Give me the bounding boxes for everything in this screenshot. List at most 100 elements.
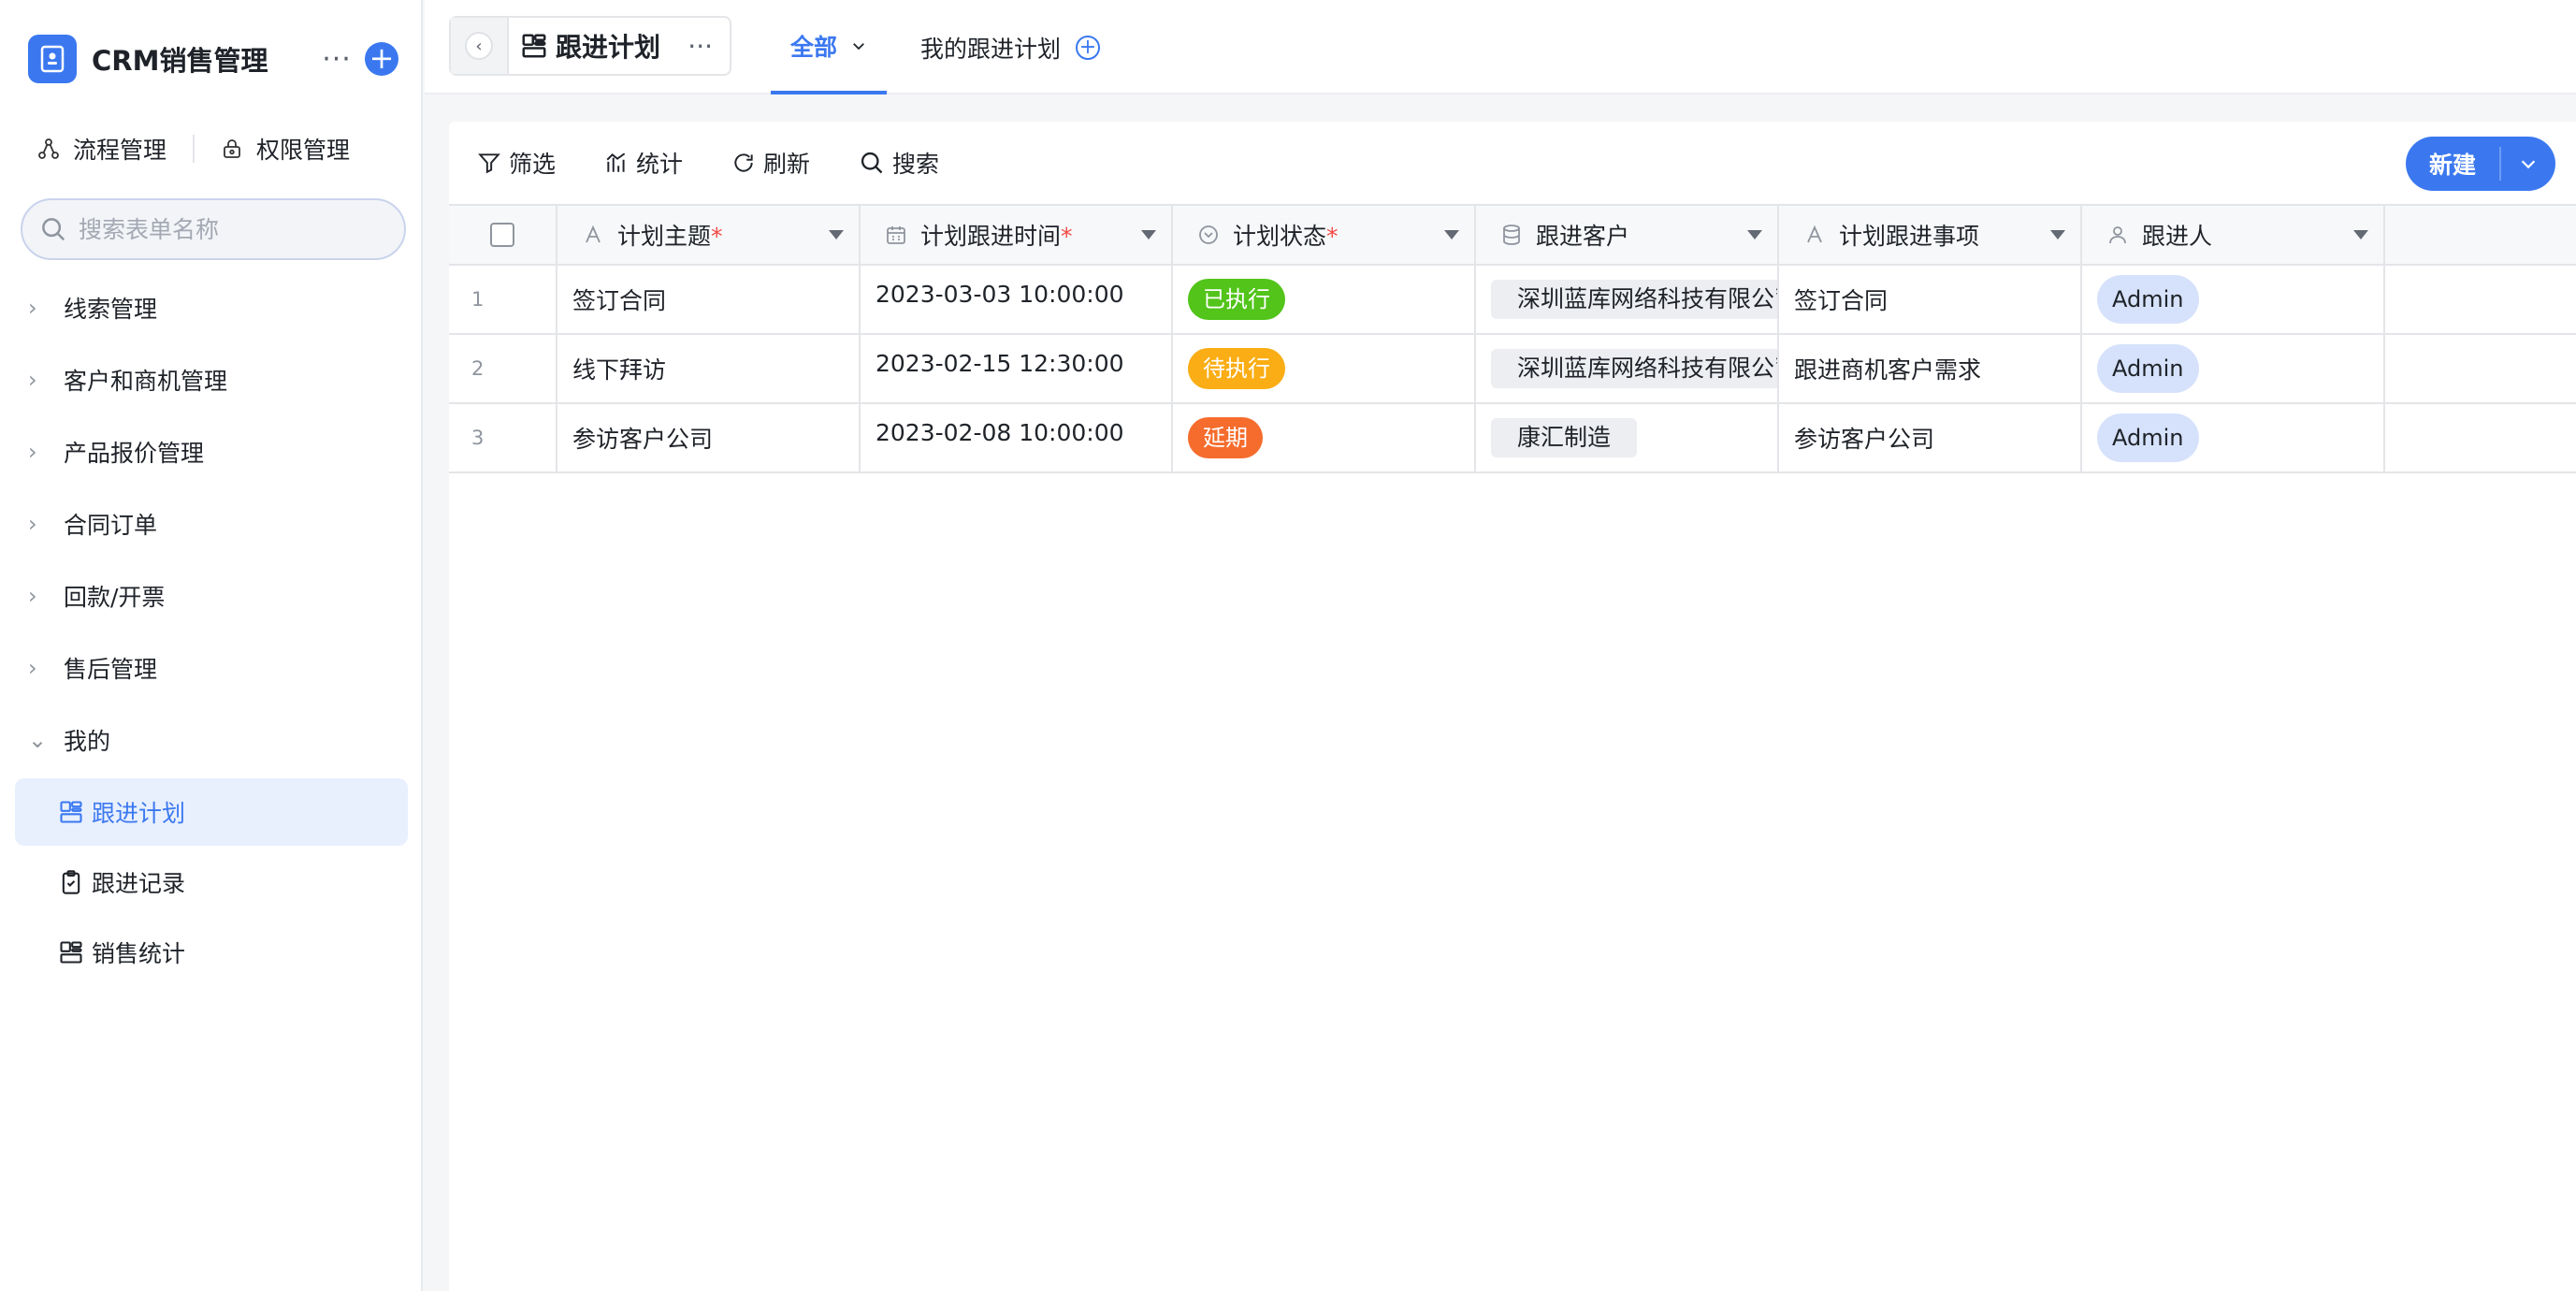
collapse-sidebar-button[interactable]: ‹ [451,18,509,74]
required-mark: * [1061,223,1073,250]
caret-down-icon[interactable] [2353,230,2368,239]
refresh-icon [731,151,756,175]
add-view-icon[interactable]: + [1076,35,1101,60]
caret-down-icon[interactable] [1444,230,1459,239]
cell-item[interactable]: 签订合同 [1779,266,2082,333]
cell-status[interactable]: 延期 [1173,404,1476,471]
cell-subject[interactable]: 签订合同 [557,266,861,333]
column-title: 跟进人 [2142,218,2353,252]
cell-owner[interactable]: Admin [2082,404,2385,471]
nav-list: › 线索管理 › 客户和商机管理 › 产品报价管理 › 合同订单 › 回款/开票… [15,271,408,989]
database-icon [1500,224,1523,246]
user-tag: Admin [2097,344,2199,393]
process-management-link[interactable]: 流程管理 [37,132,166,166]
sidebar-item-follow-plan[interactable]: 跟进计划 [15,778,408,846]
filter-button[interactable]: 筛选 [477,146,556,180]
new-record-button[interactable]: 新建 [2406,137,2555,191]
column-title: 计划跟进事项 [1839,218,2050,252]
table-row[interactable]: 1 签订合同 2023-03-03 10:00:00 已执行 深圳蓝库网络科技有… [449,266,2576,335]
flow-icon [37,138,60,160]
column-header-item[interactable]: 计划跟进事项 [1779,206,2082,264]
tab-all[interactable]: 全部 [771,0,887,94]
sidebar-search [21,198,406,260]
more-icon[interactable]: ··· [318,43,355,76]
customer-link[interactable]: 康汇制造 [1491,418,1638,457]
sidebar-item-label: 跟进记录 [92,870,186,897]
user-icon [2106,224,2129,246]
page-title-text: 跟进计划 [556,32,661,63]
sidebar-item-label: 销售统计 [92,940,186,967]
sidebar-item-customers[interactable]: › 客户和商机管理 [15,343,408,415]
column-name: 计划状态 [1233,223,1327,250]
sidebar-item-label: 合同订单 [64,511,158,539]
column-header-customer[interactable]: 跟进客户 [1476,206,1779,264]
select-all-checkbox[interactable] [490,223,514,247]
sidebar-item-contracts[interactable]: › 合同订单 [15,487,408,559]
permission-management-link[interactable]: 权限管理 [221,132,350,166]
more-icon[interactable]: ··· [687,31,713,62]
column-header-time[interactable]: 计划跟进时间* [861,206,1173,264]
column-name: 跟进客户 [1536,223,1630,250]
sidebar-item-payments[interactable]: › 回款/开票 [15,559,408,631]
add-icon[interactable]: + [365,42,398,76]
cell-time[interactable]: 2023-02-15 12:30:00 [861,335,1173,402]
management-links: 流程管理 权限管理 [37,127,350,170]
customer-link[interactable]: 深圳蓝库网络科技有限公司 [1491,349,1777,388]
status-badge: 已执行 [1188,279,1285,320]
column-header-owner[interactable]: 跟进人 [2082,206,2385,264]
sidebar-item-mine[interactable]: ⌄ 我的 [15,704,408,776]
new-record-label[interactable]: 新建 [2406,147,2501,181]
column-header-status[interactable]: 计划状态* [1173,206,1476,264]
cell-customer[interactable]: 深圳蓝库网络科技有限公司 [1476,266,1779,333]
column-header-subject[interactable]: 计划主题* [557,206,861,264]
chevron-right-icon: › [28,582,37,609]
row-index: 1 [449,266,557,333]
table-row[interactable]: 2 线下拜访 2023-02-15 12:30:00 待执行 深圳蓝库网络科技有… [449,335,2576,404]
filter-label: 筛选 [509,151,557,178]
search-input[interactable] [79,215,378,243]
sidebar-item-label: 售后管理 [64,655,158,683]
cell-subject[interactable]: 参访客户公司 [557,404,861,471]
sidebar-item-leads[interactable]: › 线索管理 [15,271,408,343]
tab-label: 我的跟进计划 [920,35,1062,63]
caret-down-icon[interactable] [1747,230,1762,239]
sidebar-item-quotes[interactable]: › 产品报价管理 [15,415,408,487]
filter-icon [477,151,501,175]
cell-owner[interactable]: Admin [2082,335,2385,402]
sidebar-item-label: 线索管理 [64,295,158,323]
cell-item[interactable]: 跟进商机客户需求 [1779,335,2082,402]
sidebar-item-label: 客户和商机管理 [64,367,228,395]
chevron-down-icon[interactable] [850,37,867,54]
chevron-down-icon[interactable] [2501,153,2555,174]
cell-subject[interactable]: 线下拜访 [557,335,861,402]
caret-down-icon[interactable] [1141,230,1156,239]
search-button[interactable]: 搜索 [859,146,939,180]
customer-link[interactable]: 深圳蓝库网络科技有限公司 [1491,280,1777,319]
row-index: 2 [449,335,557,402]
chevron-down-icon: ⌄ [28,726,48,753]
row-index: 3 [449,404,557,471]
sidebar-item-follow-record[interactable]: 跟进记录 [15,849,408,916]
caret-down-icon[interactable] [829,230,844,239]
cell-time[interactable]: 2023-02-08 10:00:00 [861,404,1173,471]
tab-my-follow-plan[interactable]: 我的跟进计划 + [920,0,1101,94]
sidebar-item-sales-stats[interactable]: 销售统计 [15,919,408,986]
sidebar-item-label: 我的 [64,727,111,755]
cell-status[interactable]: 待执行 [1173,335,1476,402]
clipboard-check-icon [58,869,84,895]
cell-status[interactable]: 已执行 [1173,266,1476,333]
user-tag: Admin [2097,413,2199,462]
cell-item[interactable]: 参访客户公司 [1779,404,2082,471]
main-content: 筛选 统计 刷新 搜索 新建 计划主题* 计划跟进时间* 计划状态* 跟进客户 … [449,122,2576,1291]
chevron-right-icon: › [28,294,37,321]
cell-customer[interactable]: 深圳蓝库网络科技有限公司 [1476,335,1779,402]
cell-time[interactable]: 2023-03-03 10:00:00 [861,266,1173,333]
caret-down-icon[interactable] [2050,230,2065,239]
refresh-button[interactable]: 刷新 [731,146,810,180]
permission-management-label: 权限管理 [256,137,351,164]
cell-owner[interactable]: Admin [2082,266,2385,333]
table-row[interactable]: 3 参访客户公司 2023-02-08 10:00:00 延期 康汇制造 参访客… [449,404,2576,473]
cell-customer[interactable]: 康汇制造 [1476,404,1779,471]
sidebar-item-after-sales[interactable]: › 售后管理 [15,631,408,704]
stats-button[interactable]: 统计 [604,146,683,180]
